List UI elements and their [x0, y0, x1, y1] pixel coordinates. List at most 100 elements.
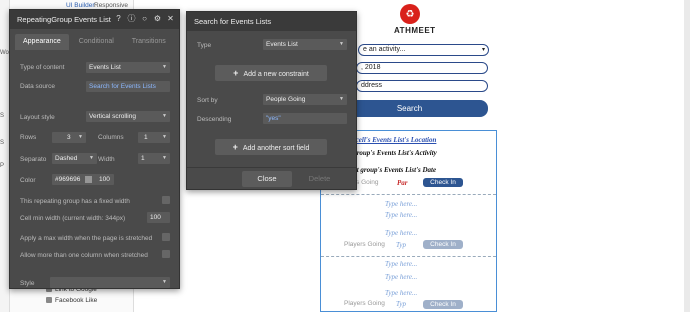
rows-select[interactable]: 3 ▼ — [52, 132, 86, 143]
add-constraint-label: Add a new constraint — [243, 71, 309, 78]
check-in-button[interactable]: Check In — [423, 178, 463, 187]
help-icon[interactable]: ? — [114, 14, 123, 23]
columns-value: 1 — [144, 134, 148, 141]
tab-transitions[interactable]: Transitions — [124, 34, 174, 50]
date-field[interactable]: , 2018 — [356, 62, 488, 74]
date-field-value: , 2018 — [361, 64, 381, 71]
layout-style-label: Layout style — [20, 114, 55, 121]
plus-icon: + — [233, 68, 239, 78]
panel-header[interactable]: RepeatingGroup Events List ? ⓘ ○ ⚙ ✕ — [10, 10, 179, 29]
sort-by-label: Sort by — [197, 97, 218, 104]
type-label: Type — [197, 42, 212, 49]
brand-logo: ♻ — [400, 4, 420, 24]
comment-icon[interactable]: ○ — [140, 14, 149, 23]
sidebar-letter: S — [0, 140, 5, 146]
cell-placeholder-text: Type here... — [385, 273, 418, 281]
address-field[interactable]: ddress — [356, 80, 488, 92]
data-source-field[interactable]: Search for Events Lists — [86, 81, 170, 92]
chevron-down-icon: ▼ — [162, 155, 167, 161]
players-going-count: Typ — [396, 300, 406, 308]
type-select[interactable]: Events List ▼ — [263, 39, 347, 50]
players-going-label: Players Going — [344, 300, 385, 307]
data-source-label: Data source — [20, 83, 56, 90]
color-label: Color — [20, 177, 36, 184]
logo-icon: ♻ — [405, 8, 415, 20]
brand-name: ATHMEET — [394, 26, 436, 35]
chevron-down-icon: ▼ — [162, 279, 167, 285]
chevron-down-icon: ▼ — [78, 134, 83, 140]
settings-icon[interactable]: ⚙ — [153, 14, 162, 23]
max-width-checkbox[interactable] — [162, 233, 170, 241]
cell-location-text: ent cell's Events List's Location — [345, 136, 437, 144]
check-in-button[interactable]: Check In — [423, 240, 463, 249]
opacity-field[interactable]: 100 — [96, 174, 114, 185]
type-of-content-select[interactable]: Events List ▼ — [86, 62, 170, 73]
layout-style-value: Vertical scrolling — [89, 113, 136, 120]
tab-conditional[interactable]: Conditional — [71, 34, 122, 50]
cell-placeholder-text: Type here... — [385, 289, 418, 297]
tab-appearance[interactable]: Appearance — [15, 34, 69, 50]
chevron-down-icon: ▼ — [339, 41, 344, 47]
type-of-content-label: Type of content — [20, 64, 65, 71]
element-facebook-like[interactable]: Facebook Like — [46, 297, 97, 304]
chevron-down-icon: ▼ — [162, 64, 167, 70]
descending-field[interactable]: "yes" — [263, 113, 347, 124]
fixed-width-checkbox[interactable] — [162, 196, 170, 204]
type-value: Events List — [266, 41, 298, 48]
add-sort-field-button[interactable]: + Add another sort field — [215, 139, 327, 155]
popup-footer-divider — [187, 167, 356, 168]
cell-placeholder-text: Type here... — [385, 200, 418, 208]
sort-by-value: People Going — [266, 96, 306, 103]
chevron-down-icon: ▾ — [481, 47, 485, 53]
multi-column-label: Allow more than one column when stretche… — [20, 252, 148, 259]
columns-label: Columns — [98, 134, 124, 141]
sidebar-letter: P — [0, 163, 5, 169]
max-width-label: Apply a max width when the page is stret… — [20, 235, 153, 242]
sort-by-select[interactable]: People Going ▼ — [263, 94, 347, 105]
popup-header[interactable]: Search for Events Lists — [187, 12, 356, 31]
chevron-down-icon: ▼ — [339, 96, 344, 102]
delete-button[interactable]: Delete — [297, 171, 342, 187]
close-button[interactable]: Close — [242, 171, 292, 187]
chevron-down-icon: ▼ — [89, 155, 94, 161]
add-constraint-button[interactable]: + Add a new constraint — [215, 65, 327, 81]
columns-select[interactable]: 1 ▼ — [138, 132, 170, 143]
cell-separator — [321, 194, 496, 195]
info-icon[interactable]: ⓘ — [127, 14, 136, 23]
cell-date-text: rent group's Events List's Date — [347, 166, 437, 174]
address-field-value: ddress — [361, 82, 383, 89]
color-swatch[interactable] — [85, 176, 92, 183]
popup-title: Search for Events Lists — [194, 17, 272, 26]
close-icon[interactable]: ✕ — [166, 14, 175, 23]
players-going-label: Players Going — [344, 241, 385, 248]
plus-icon: + — [232, 142, 238, 152]
add-sort-field-label: Add another sort field — [242, 145, 310, 152]
style-select[interactable]: ▼ — [50, 277, 170, 288]
property-editor-panel: RepeatingGroup Events List ? ⓘ ○ ⚙ ✕ App… — [9, 9, 180, 289]
activity-dropdown[interactable]: e an activity... ▾ — [358, 44, 489, 56]
cell-placeholder-text: Type here... — [385, 229, 418, 237]
cell-placeholder-text: Type here... — [385, 260, 418, 268]
width-label: Width — [98, 156, 115, 163]
cell-min-width-field[interactable]: 100 — [147, 212, 170, 223]
rows-value: 3 — [67, 134, 71, 141]
chevron-down-icon: ▼ — [162, 113, 167, 119]
type-of-content-value: Events List — [89, 64, 121, 71]
canvas-edge — [684, 0, 690, 312]
layout-style-select[interactable]: Vertical scrolling ▼ — [86, 111, 170, 122]
chevron-down-icon: ▼ — [162, 134, 167, 140]
sidebar-letter: S — [0, 113, 5, 119]
cell-min-width-label: Cell min width (current width: 344px) — [20, 215, 126, 222]
multi-column-checkbox[interactable] — [162, 250, 170, 258]
check-in-button[interactable]: Check In — [423, 300, 463, 309]
activity-dropdown-value: e an activity... — [363, 46, 406, 53]
players-going-count: Typ — [396, 241, 406, 249]
width-select[interactable]: 1 ▼ — [138, 153, 170, 164]
panel-title: RepeatingGroup Events List — [17, 15, 111, 24]
panel-tabs: Appearance Conditional Transitions — [15, 34, 174, 50]
style-label: Style — [20, 280, 35, 287]
panel-header-icons: ? ⓘ ○ ⚙ ✕ — [114, 14, 175, 23]
separator-select[interactable]: Dashed ▼ — [52, 153, 97, 164]
cell-separator — [321, 256, 496, 257]
width-value: 1 — [141, 155, 145, 162]
